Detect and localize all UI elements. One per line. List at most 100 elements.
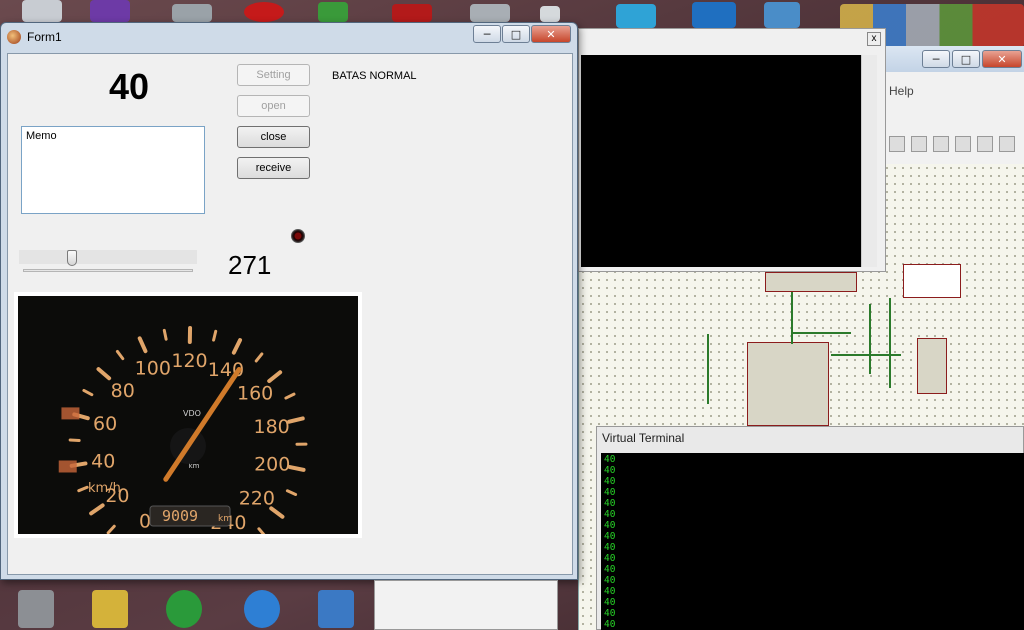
unit-label: km/h [88,481,121,496]
terminal-scrollbar[interactable] [861,55,877,267]
terminal-line: 40 [604,597,616,608]
terminal-line: 40 [604,608,616,619]
terminal-line: 40 [604,553,616,564]
virtual-terminal-window: Virtual Terminal 40 40 40 40 40 40 40 40 40 40 40 4… [596,426,1024,630]
minor-tick [212,329,218,342]
menu-help[interactable]: Help [889,84,914,98]
major-tick [96,367,112,381]
minimize-button[interactable]: ─ [473,25,501,43]
tick-label: 0 [139,510,151,532]
form1-window: Form1 ─ □ ✕ 40 Memo Setting open close r… [0,22,578,580]
major-tick [287,416,305,424]
terminal-line: 40 [604,531,616,542]
wire [869,304,871,374]
terminal-line: 40 [604,564,616,575]
folder-desktop-icon[interactable] [92,590,128,628]
window-title: Form1 [27,30,62,44]
virtual-terminal-screen[interactable]: 40 40 40 40 40 40 40 40 40 40 40 40 40 40 40 40 [601,453,1024,630]
warning-mark-40 [58,460,77,473]
lcd-component[interactable] [765,272,857,292]
microcontroller-component[interactable] [747,342,829,426]
terminal-line: 40 [604,509,616,520]
wire [889,298,891,388]
red-app-desktop-icon[interactable] [244,2,284,22]
toolbar-icon[interactable] [933,136,949,152]
toolbar-icon[interactable] [977,136,993,152]
scanner-desktop-icon[interactable] [470,4,510,22]
cx-desktop-icon[interactable] [392,4,432,22]
tick-label: 100 [135,358,171,380]
minor-tick [82,388,94,397]
minor-tick [285,489,298,496]
form1-client-area: 40 Memo Setting open close receive BATAS… [7,53,573,575]
proteus-close-button[interactable]: ✕ [982,50,1022,68]
wire [791,332,851,334]
speedometer-gauge: 020406080100120140160180200220240km/hVDO… [18,296,358,534]
app-desktop-icon[interactable] [540,6,560,22]
terminal-line: 40 [604,454,616,465]
terminal-line: 40 [604,520,616,531]
major-tick [287,465,306,472]
pc-desktop-icon[interactable] [18,590,54,628]
terminal-line: 40 [604,586,616,597]
odometer-unit: km [218,514,232,524]
status-led-indicator [291,229,305,243]
minor-tick [162,328,168,341]
trackbar-groove [23,269,193,272]
terminal-line: 40 [604,619,616,630]
purple-app-desktop-icon[interactable] [90,0,130,22]
toolbar-icon[interactable] [911,136,927,152]
tick-label: 160 [237,382,273,404]
printer-desktop-icon[interactable] [172,4,212,22]
tick-label: 200 [254,453,290,475]
received-value-label: 40 [108,66,150,107]
green-app-desktop-icon[interactable] [166,590,202,628]
minor-tick [106,524,116,534]
terminal-close-button[interactable]: x [867,32,881,46]
close-window-button[interactable]: ✕ [531,25,571,43]
setting-button[interactable]: Setting [237,64,310,86]
tick-label: 220 [239,488,275,510]
open-button[interactable]: open [237,95,310,117]
proteus-maximize-button[interactable]: □ [952,50,980,68]
wire [791,292,793,344]
speed-needle [163,366,242,482]
tick-label: 60 [93,413,117,435]
tick-label: 80 [111,380,135,402]
trackbar-value-label: 271 [228,250,272,280]
close-button[interactable]: close [237,126,310,148]
memo-box[interactable]: Memo [21,126,205,214]
wire [707,334,709,404]
serial-port-component[interactable] [917,338,947,394]
trackbar[interactable] [19,250,197,274]
toolbar-icon[interactable] [889,136,905,152]
trackbar-thumb[interactable] [67,250,78,266]
toolbar-icon[interactable] [999,136,1015,152]
toolbar-icon[interactable] [955,136,971,152]
plus-app-desktop-icon[interactable] [616,4,656,28]
form1-window-controls: ─ □ ✕ [473,25,571,43]
file-desktop-icon[interactable] [764,2,800,28]
terminal-screen [581,55,863,267]
minor-tick [115,349,125,361]
proteus-minimize-button[interactable]: ─ [922,50,950,68]
status-label: BATAS NORMAL [332,70,417,82]
warning-mark-60 [61,407,80,420]
terminal-line: 40 [604,498,616,509]
ie-desktop-icon[interactable] [244,590,280,628]
recycle-bin-desktop-icon[interactable] [22,0,62,22]
proteus-menubar: Help [885,82,1024,102]
virtual-terminal-component[interactable] [903,264,961,298]
proteus-toolbar [887,134,1024,156]
odometer-reading: 9009 [162,507,198,525]
monitor-desktop-icon[interactable] [318,590,354,628]
shield-desktop-icon[interactable] [318,2,348,22]
major-tick [231,338,243,355]
receive-button[interactable]: receive [237,157,310,179]
maximize-button[interactable]: □ [502,25,530,43]
terminal-line: 40 [604,542,616,553]
proteus-window-controls: ─ □ ✕ [922,50,1022,68]
terminal-line: 40 [604,476,616,487]
tick-label: 40 [91,450,115,472]
blue-app-desktop-icon[interactable] [692,2,736,28]
